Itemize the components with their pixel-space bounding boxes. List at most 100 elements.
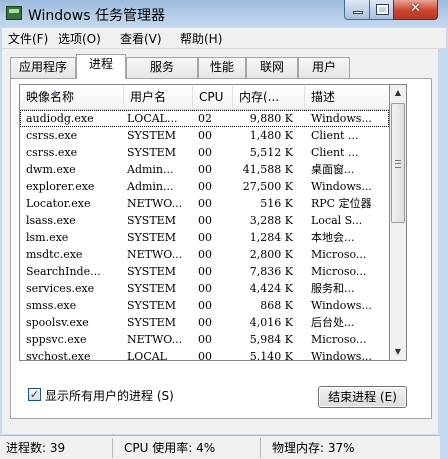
process-row[interactable]: dwm.exe Admin... 00 41,588 K 桌面窗... bbox=[20, 161, 389, 178]
scroll-down-arrow-icon[interactable]: ▼ bbox=[390, 344, 406, 360]
process-row[interactable]: SearchInde... SYSTEM 00 7,836 K Microso... bbox=[20, 263, 389, 280]
task-manager-app-icon bbox=[6, 6, 22, 20]
process-user-cell: SYSTEM bbox=[127, 282, 176, 295]
process-cpu-cell: 00 bbox=[198, 282, 212, 295]
process-row[interactable]: lsm.exe SYSTEM 00 1,284 K 本地会... bbox=[20, 229, 389, 246]
close-button[interactable]: ✕ bbox=[393, 0, 438, 20]
process-user-cell: SYSTEM bbox=[127, 316, 176, 329]
minimize-button[interactable] bbox=[344, 0, 370, 20]
process-mem-cell: 2,800 K bbox=[249, 248, 293, 261]
column-header-memory[interactable]: 内存(... bbox=[233, 85, 305, 109]
process-cpu-cell: 00 bbox=[198, 180, 212, 193]
scrollbar-thumb[interactable] bbox=[391, 103, 405, 223]
process-row[interactable]: Locator.exe NETWO... 00 516 K RPC 定位器 bbox=[20, 195, 389, 212]
column-header-description[interactable]: 描述 bbox=[305, 85, 389, 109]
show-all-users-checkbox[interactable]: ✓ bbox=[28, 388, 41, 401]
tab-users[interactable]: 用户 bbox=[298, 57, 350, 78]
scroll-up-arrow-icon[interactable]: ▲ bbox=[390, 85, 406, 101]
process-desc-cell: RPC 定位器 bbox=[311, 197, 372, 210]
process-cpu-cell: 00 bbox=[198, 316, 212, 329]
process-list[interactable]: 映像名称 ▲ 用户名 CPU 内存(... 描述 audiodg.exe LOCA… bbox=[19, 84, 390, 361]
column-header-user[interactable]: 用户名 bbox=[124, 85, 193, 109]
process-row[interactable]: services.exe SYSTEM 00 4,424 K 服务和... bbox=[20, 280, 389, 297]
process-mem-cell: 27,500 K bbox=[242, 180, 293, 193]
process-cpu-cell: 00 bbox=[198, 146, 212, 159]
process-mem-cell: 5,984 K bbox=[249, 333, 293, 346]
process-mem-cell: 1,480 K bbox=[249, 129, 293, 142]
title-bar[interactable]: Windows 任务管理器 ✕ bbox=[0, 0, 448, 28]
process-row[interactable]: svchost.exe LOCAL 00 5,140 K Windows... bbox=[20, 348, 389, 361]
tab-networking[interactable]: 联网 bbox=[246, 57, 298, 78]
menu-view[interactable]: 查看(V) bbox=[120, 30, 162, 47]
tab-processes[interactable]: 进程 bbox=[76, 54, 126, 79]
process-row[interactable]: explorer.exe Admin... 00 27,500 K Windows... bbox=[20, 178, 389, 195]
process-row[interactable]: csrss.exe SYSTEM 00 1,480 K Client ... bbox=[20, 127, 389, 144]
tab-applications[interactable]: 应用程序 bbox=[10, 57, 76, 78]
process-user-cell: Admin... bbox=[127, 163, 174, 176]
task-manager-window: Windows 任务管理器 ✕ 文件(F) 选项(O) 查看(V) 帮助(H) … bbox=[0, 0, 448, 459]
process-name-cell: msdtc.exe bbox=[26, 248, 83, 261]
status-divider bbox=[260, 438, 261, 458]
process-desc-cell: Client ... bbox=[311, 146, 359, 159]
process-desc-cell: Windows... bbox=[311, 350, 372, 361]
process-row[interactable]: lsass.exe SYSTEM 00 3,288 K Local S... bbox=[20, 212, 389, 229]
process-row[interactable]: smss.exe SYSTEM 00 868 K Windows... bbox=[20, 297, 389, 314]
status-process-count: 进程数: 39 bbox=[6, 441, 66, 455]
process-row[interactable]: spoolsv.exe SYSTEM 00 4,016 K 后台处... bbox=[20, 314, 389, 331]
process-name-cell: Locator.exe bbox=[26, 197, 91, 210]
status-divider bbox=[112, 438, 113, 458]
maximize-button[interactable] bbox=[369, 0, 394, 20]
client-area: 应用程序 进程 服务 性能 联网 用户 映像名称 ▲ 用户名 CPU 内存(..… bbox=[2, 49, 438, 434]
process-mem-cell: 516 K bbox=[260, 197, 293, 210]
process-name-cell: smss.exe bbox=[26, 299, 77, 312]
process-user-cell: NETWO... bbox=[127, 333, 183, 346]
process-desc-cell: Windows... bbox=[311, 112, 372, 125]
tab-services[interactable]: 服务 bbox=[126, 57, 198, 78]
process-cpu-cell: 00 bbox=[198, 265, 212, 278]
process-mem-cell: 868 K bbox=[260, 299, 293, 312]
process-name-cell: svchost.exe bbox=[26, 350, 91, 361]
process-name-cell: csrss.exe bbox=[26, 129, 78, 142]
process-mem-cell: 9,880 K bbox=[249, 112, 293, 125]
process-mem-cell: 3,288 K bbox=[249, 214, 293, 227]
process-desc-cell: Microso... bbox=[311, 265, 367, 278]
process-user-cell: SYSTEM bbox=[127, 214, 176, 227]
column-header-image-name[interactable]: 映像名称 ▲ bbox=[20, 85, 124, 109]
process-row[interactable]: sppsvc.exe NETWO... 00 5,984 K Microso... bbox=[20, 331, 389, 348]
menu-bar: 文件(F) 选项(O) 查看(V) 帮助(H) bbox=[2, 28, 446, 49]
process-name-cell: spoolsv.exe bbox=[26, 316, 89, 329]
process-name-cell: SearchInde... bbox=[26, 265, 101, 278]
process-row[interactable]: csrss.exe SYSTEM 00 5,512 K Client ... bbox=[20, 144, 389, 161]
process-mem-cell: 1,284 K bbox=[249, 231, 293, 244]
process-mem-cell: 4,016 K bbox=[249, 316, 293, 329]
process-list-scrollbar[interactable]: ▲ ▼ bbox=[390, 84, 407, 361]
process-desc-cell: Windows... bbox=[311, 299, 372, 312]
menu-help[interactable]: 帮助(H) bbox=[180, 30, 222, 47]
process-mem-cell: 7,836 K bbox=[249, 265, 293, 278]
status-cpu-usage: CPU 使用率: 4% bbox=[124, 441, 216, 455]
process-cpu-cell: 00 bbox=[198, 248, 212, 261]
menu-options[interactable]: 选项(O) bbox=[58, 30, 101, 47]
status-bar: 进程数: 39 CPU 使用率: 4% 物理内存: 37% bbox=[0, 435, 440, 459]
process-row[interactable]: audiodg.exe LOCAL... 02 9,880 K Windows... bbox=[20, 110, 389, 127]
maximize-icon bbox=[376, 4, 389, 15]
process-mem-cell: 5,512 K bbox=[249, 146, 293, 159]
process-name-cell: services.exe bbox=[26, 282, 95, 295]
process-mem-cell: 4,424 K bbox=[249, 282, 293, 295]
process-desc-cell: 桌面窗... bbox=[311, 163, 355, 176]
process-desc-cell: Microso... bbox=[311, 248, 367, 261]
process-name-cell: lsass.exe bbox=[26, 214, 76, 227]
process-user-cell: SYSTEM bbox=[127, 146, 176, 159]
process-user-cell: SYSTEM bbox=[127, 299, 176, 312]
process-user-cell: SYSTEM bbox=[127, 129, 176, 142]
menu-file[interactable]: 文件(F) bbox=[8, 30, 48, 47]
process-desc-cell: Local S... bbox=[311, 214, 363, 227]
show-all-users-label[interactable]: 显示所有用户的进程 (S) bbox=[45, 387, 174, 404]
tab-performance[interactable]: 性能 bbox=[198, 57, 246, 78]
process-row[interactable]: msdtc.exe NETWO... 00 2,800 K Microso... bbox=[20, 246, 389, 263]
column-header-cpu[interactable]: CPU bbox=[193, 85, 233, 109]
process-name-cell: explorer.exe bbox=[26, 180, 95, 193]
end-process-button[interactable]: 结束进程 (E) bbox=[318, 386, 407, 408]
process-desc-cell: Windows... bbox=[311, 180, 372, 193]
window-title: Windows 任务管理器 bbox=[28, 8, 165, 24]
